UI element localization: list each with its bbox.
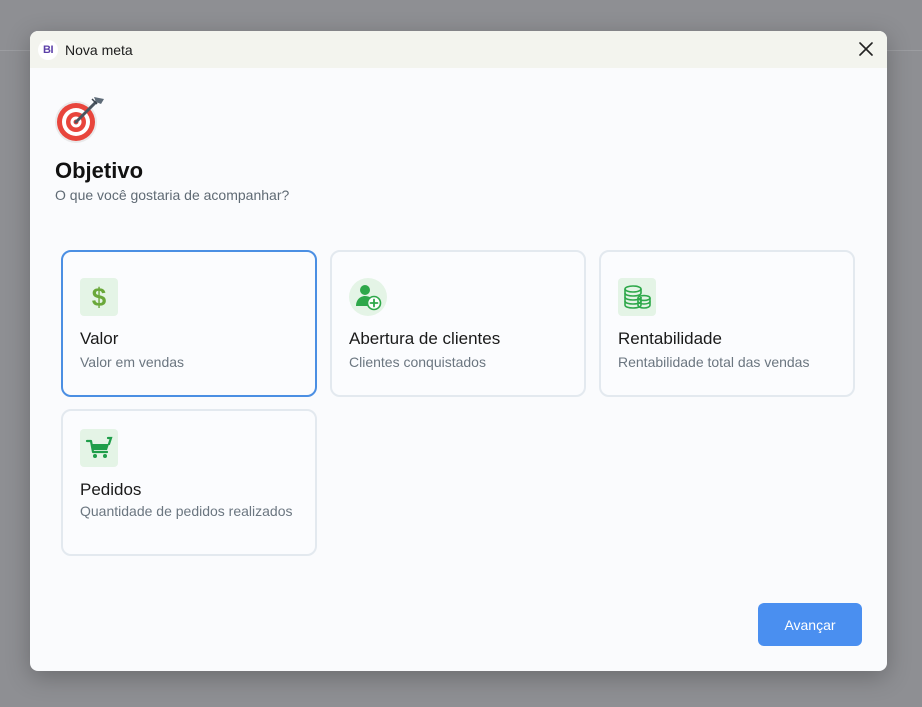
option-card-pedidos[interactable]: Pedidos Quantidade de pedidos realizados <box>61 409 317 556</box>
option-card-abertura-de-clientes[interactable]: Abertura de clientes Clientes conquistad… <box>330 250 586 397</box>
option-description: Quantidade de pedidos realizados <box>80 503 293 519</box>
option-icon-box <box>618 278 656 316</box>
coins-icon <box>624 285 651 309</box>
page-subtitle: O que você gostaria de acompanhar? <box>55 187 290 203</box>
cart-icon <box>85 436 113 458</box>
dollar-icon: $ <box>92 283 107 311</box>
option-card-rentabilidade[interactable]: Rentabilidade Rentabilidade total das ve… <box>599 250 855 397</box>
option-description: Valor em vendas <box>80 354 185 370</box>
target-icon <box>55 97 104 143</box>
option-card-valor[interactable]: $ Valor Valor em vendas <box>61 250 317 397</box>
option-description: Rentabilidade total das vendas <box>618 354 810 370</box>
app-logo-text: BI <box>43 43 54 56</box>
add-user-icon <box>356 285 382 311</box>
close-button[interactable] <box>857 40 875 58</box>
option-icon-box <box>349 278 387 316</box>
new-goal-dialog: BI Nova meta Objetivo O que você gostari… <box>30 31 887 671</box>
next-button[interactable]: Avançar <box>758 603 862 646</box>
option-icon-box <box>80 429 118 467</box>
option-title: Pedidos <box>80 480 142 499</box>
option-title: Rentabilidade <box>618 329 722 348</box>
page-title: Objetivo <box>55 158 144 183</box>
close-icon <box>859 42 873 56</box>
option-description: Clientes conquistados <box>349 354 486 370</box>
window-title: Nova meta <box>65 41 133 58</box>
svg-text:$: $ <box>92 283 107 311</box>
app-logo: BI <box>38 39 58 60</box>
dialog-titlebar: BI Nova meta <box>30 31 887 68</box>
option-title: Valor <box>80 329 119 348</box>
option-title: Abertura de clientes <box>349 329 501 348</box>
option-icon-box: $ <box>80 278 118 316</box>
